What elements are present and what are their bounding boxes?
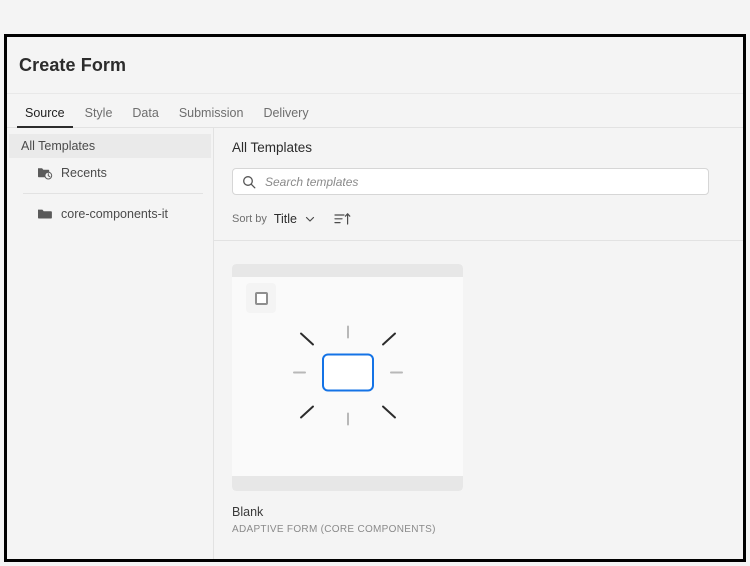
blank-template-sunburst-icon	[290, 323, 406, 432]
folder-clock-icon	[37, 165, 53, 181]
search-field[interactable]	[232, 168, 709, 195]
folder-icon	[37, 206, 53, 222]
tab-submission[interactable]: Submission	[169, 106, 254, 127]
rail-item-all-templates[interactable]: All Templates	[9, 134, 211, 158]
template-card-title: Blank	[232, 505, 463, 519]
tab-bar: Source Style Data Submission Delivery	[7, 94, 743, 128]
rail-divider	[23, 193, 203, 194]
app-window: Create Form Source Style Data Submission…	[4, 34, 746, 562]
tab-style[interactable]: Style	[75, 106, 123, 127]
card-band-top	[232, 264, 463, 277]
sort-by-label: Sort by	[232, 213, 267, 225]
rail-item-core-components-it[interactable]: core-components-it	[7, 199, 213, 229]
template-card-blank[interactable]: Blank ADAPTIVE FORM (CORE COMPONENTS)	[232, 264, 463, 535]
page-title: Create Form	[19, 55, 126, 76]
rail-item-label: Recents	[61, 166, 107, 180]
search-input[interactable]	[232, 168, 709, 195]
rail-item-recents[interactable]: Recents	[7, 158, 213, 188]
content-title: All Templates	[232, 140, 725, 155]
sort-by-value[interactable]: Title	[274, 212, 297, 226]
tab-data[interactable]: Data	[122, 106, 168, 127]
template-card-thumbnail[interactable]	[232, 264, 463, 491]
sort-ascending-icon[interactable]	[334, 212, 351, 226]
app-window-inner: Create Form Source Style Data Submission…	[7, 37, 743, 559]
rail-item-label: core-components-it	[61, 207, 168, 221]
app-header: Create Form	[7, 37, 743, 94]
template-card-subtitle: ADAPTIVE FORM (CORE COMPONENTS)	[232, 524, 463, 535]
templates-content: All Templates Sort by Title	[214, 128, 743, 559]
card-band-bottom	[232, 476, 463, 491]
template-card-select-target[interactable]	[246, 283, 276, 313]
template-card-grid: Blank ADAPTIVE FORM (CORE COMPONENTS)	[214, 241, 743, 559]
sort-controls: Sort by Title	[232, 209, 725, 229]
template-rail: All Templates Recents	[7, 128, 214, 559]
rail-item-label: All Templates	[21, 139, 95, 153]
body-split: All Templates Recents	[7, 128, 743, 559]
tab-source[interactable]: Source	[15, 106, 75, 127]
tab-delivery[interactable]: Delivery	[253, 106, 318, 127]
checkbox-unchecked-icon[interactable]	[255, 292, 268, 305]
chevron-down-icon[interactable]	[304, 213, 316, 225]
content-header: All Templates Sort by Title	[214, 128, 743, 240]
